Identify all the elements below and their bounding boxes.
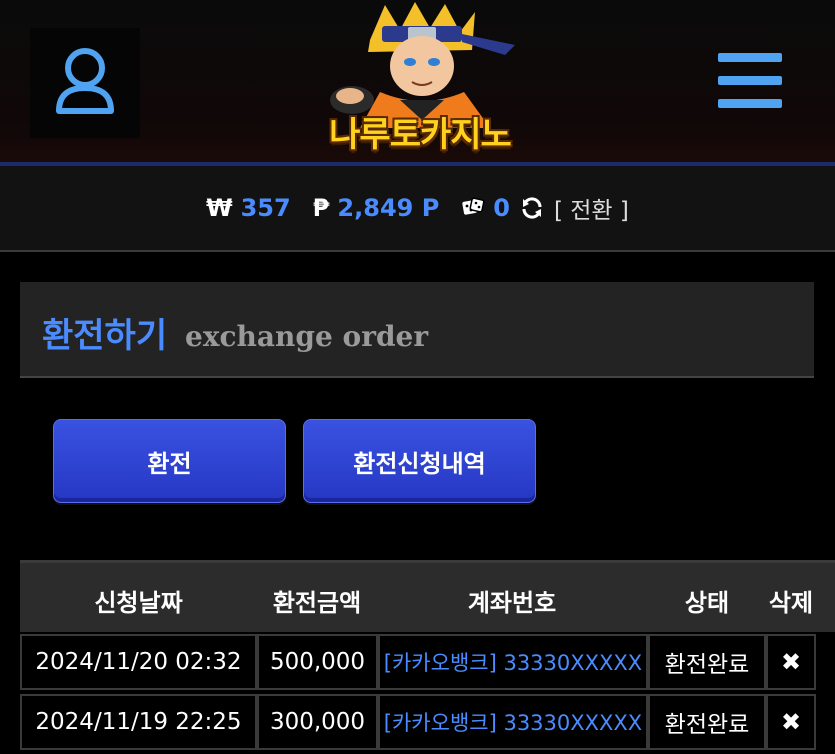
page-title: 환전하기	[42, 316, 168, 356]
point-balance: 2,849 P	[337, 194, 440, 222]
row-date: 2024/11/20 02:32	[20, 634, 257, 690]
exchange-history-button[interactable]: 환전신청내역	[303, 419, 536, 503]
close-icon: ✖	[780, 648, 802, 676]
exchange-button[interactable]: 환전	[53, 419, 286, 503]
user-icon	[56, 48, 114, 114]
row-amount: 500,000	[257, 634, 378, 690]
menu-bar-1	[718, 53, 782, 62]
user-profile-button[interactable]	[30, 28, 140, 138]
header-delete: 삭제	[768, 589, 814, 617]
menu-bar-2	[718, 76, 782, 85]
point-icon: ₱	[312, 194, 330, 222]
menu-bar-3	[718, 99, 782, 108]
row-status: 환전완료	[648, 634, 766, 690]
section-title-box: 환전하기 exchange order	[20, 282, 814, 378]
header-account: 계좌번호	[467, 589, 557, 617]
table-header: 신청날짜 환전금액 계좌번호 상태 삭제	[20, 560, 835, 632]
dice-icon	[462, 197, 485, 215]
table-row: 2024/11/19 22:25 300,000 [카카오뱅크] 33330XX…	[20, 694, 835, 754]
header-status: 상태	[684, 589, 730, 617]
delete-button[interactable]: ✖	[766, 634, 816, 690]
site-header: 나루토카지노	[0, 0, 835, 163]
balance-bar: ₩ 357 ₱ 2,849 P 0 [ 전환 ]	[0, 166, 835, 252]
row-account: [카카오뱅크] 33330XXXXX	[378, 634, 648, 690]
refresh-icon[interactable]	[520, 196, 544, 220]
header-date: 신청날짜	[94, 589, 183, 617]
convert-button[interactable]: [ 전환 ]	[554, 191, 629, 225]
won-balance: 357	[240, 194, 291, 222]
table-row: 2024/11/20 02:32 500,000 [카카오뱅크] 33330XX…	[20, 634, 835, 694]
logo-text: 나루토카지노	[329, 115, 512, 155]
header-amount: 환전금액	[272, 589, 362, 617]
site-logo[interactable]: 나루토카지노	[300, 0, 540, 162]
close-icon: ✖	[780, 708, 802, 736]
page-subtitle: exchange order	[185, 320, 429, 353]
dice-balance: 0	[493, 194, 510, 222]
won-icon: ₩	[206, 194, 233, 222]
hamburger-menu-button[interactable]	[708, 45, 794, 117]
